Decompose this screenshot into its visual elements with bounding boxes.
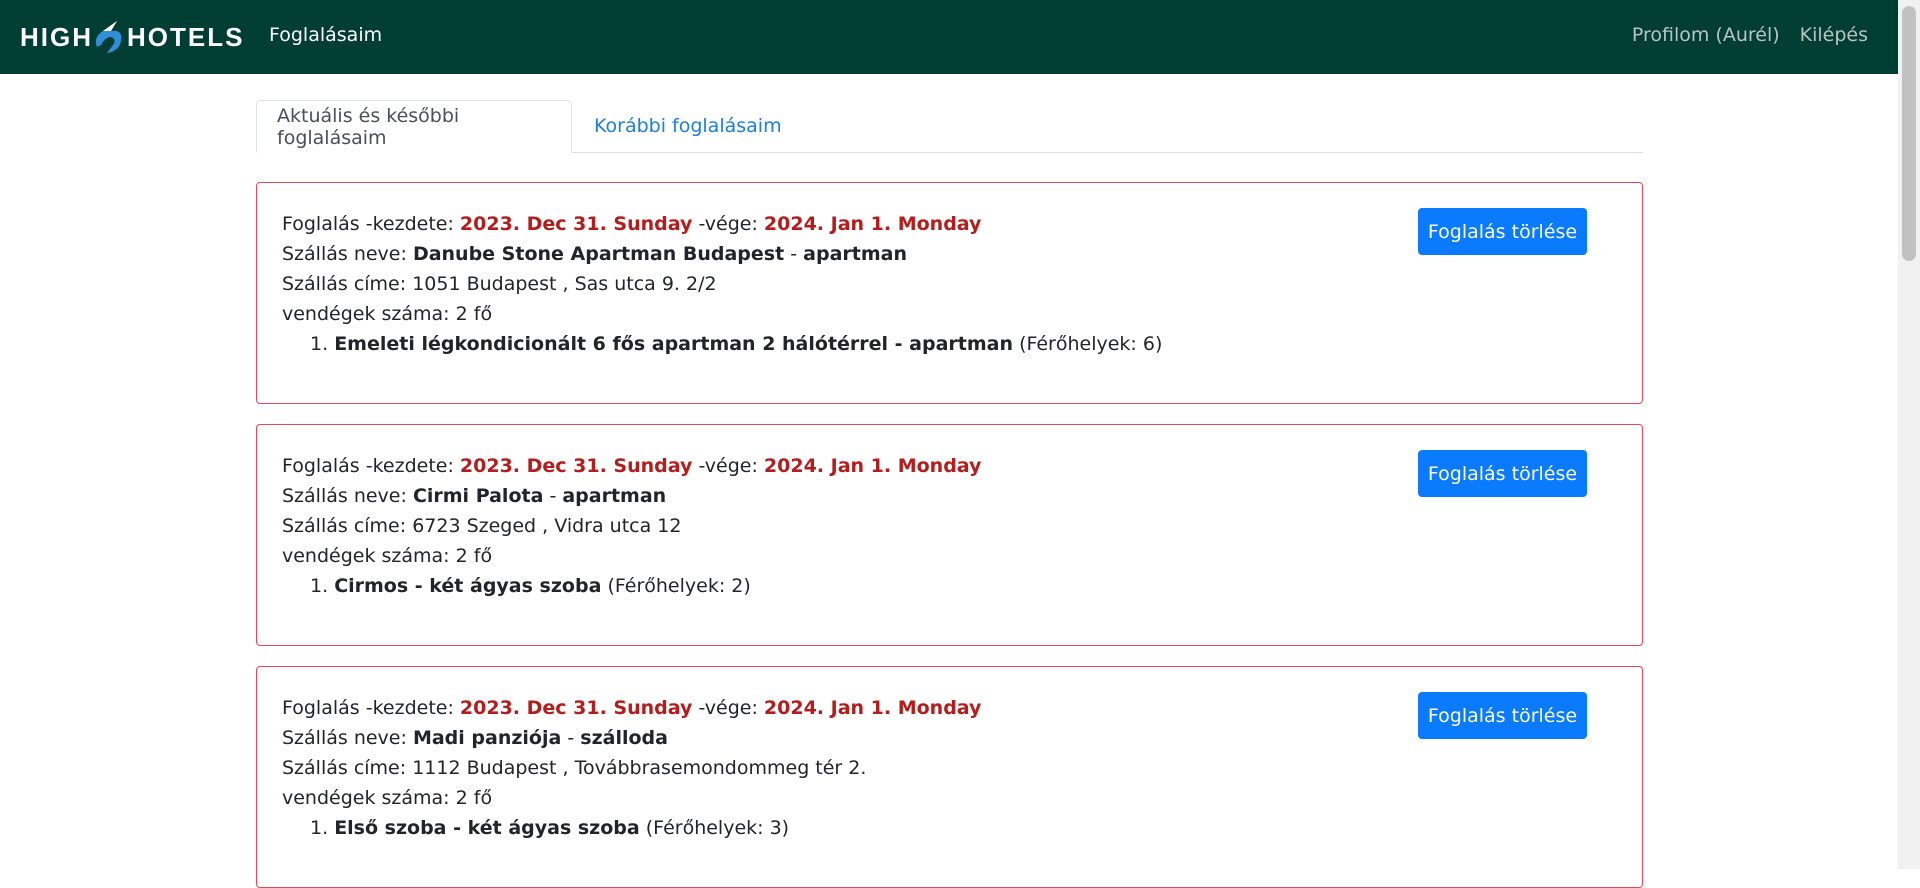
accommodation-name-line: Szállás neve: Cirmi Palota - apartman xyxy=(282,481,981,511)
booking-start-label: Foglalás -kezdete: xyxy=(282,697,454,719)
room-number: 1. xyxy=(310,333,329,355)
booking-details: Foglalás -kezdete: 2023. Dec 31. Sunday … xyxy=(282,209,1162,359)
guests-label: vendégek száma: xyxy=(282,545,450,567)
room-capacity: 6) xyxy=(1142,333,1163,355)
accommodation-name: Danube Stone Apartman Budapest xyxy=(412,243,785,265)
accommodation-type: apartman xyxy=(803,243,907,265)
booking-end-label: -vége: xyxy=(698,455,758,477)
guests-line: vendégek száma: 2 fő xyxy=(282,541,981,571)
booking-details: Foglalás -kezdete: 2023. Dec 31. Sunday … xyxy=(282,693,981,843)
guests-line: vendégek száma: 2 fő xyxy=(282,783,981,813)
booking-dates: Foglalás -kezdete: 2023. Dec 31. Sunday … xyxy=(282,451,981,481)
nav-right-links: Profilom (Aurél) Kilépés xyxy=(1632,24,1868,46)
accommodation-address: 1112 Budapest , Továbbrasemondommeg tér … xyxy=(412,757,867,779)
accommodation-name-line: Szállás neve: Danube Stone Apartman Buda… xyxy=(282,239,1162,269)
accommodation-address-line: Szállás címe: 6723 Szeged , Vidra utca 1… xyxy=(282,511,981,541)
separator: - xyxy=(567,727,575,749)
room-name: Első szoba - két ágyas szoba xyxy=(334,817,640,839)
top-navbar: HIGH HOTELS Foglalásaim Profilom (Aurél)… xyxy=(0,0,1920,74)
booking-start-date: 2023. Dec 31. Sunday xyxy=(459,697,693,719)
room-capacity: 2) xyxy=(731,575,751,597)
accommodation-address-label: Szállás címe: xyxy=(282,273,407,295)
guests-count: 2 fő xyxy=(455,787,493,809)
booking-card: Foglalás -kezdete: 2023. Dec 31. Sunday … xyxy=(256,182,1643,404)
accommodation-address: 1051 Budapest , Sas utca 9. 2/2 xyxy=(412,273,717,295)
delete-booking-button[interactable]: Foglalás törlése xyxy=(1418,208,1587,255)
room-name: Cirmos - két ágyas szoba xyxy=(334,575,602,597)
tab-label: Aktuális és későbbi foglalásaim xyxy=(277,104,460,149)
booking-end-date: 2024. Jan 1. Monday xyxy=(763,213,982,235)
guests-count: 2 fő xyxy=(455,303,493,325)
accommodation-type: apartman xyxy=(562,485,667,507)
accommodation-name: Madi panziója xyxy=(412,727,562,749)
brand-text-high: HIGH xyxy=(20,21,93,52)
accommodation-name: Cirmi Palota xyxy=(412,485,544,507)
nav-link-profile[interactable]: Profilom (Aurél) xyxy=(1632,24,1780,46)
room-list-item: 1. Cirmos - két ágyas szoba (Férőhelyek:… xyxy=(282,571,981,601)
nav-link-bookings[interactable]: Foglalásaim xyxy=(269,24,382,46)
booking-end-date: 2024. Jan 1. Monday xyxy=(763,697,982,719)
guests-label: vendégek száma: xyxy=(282,303,450,325)
booking-start-date: 2023. Dec 31. Sunday xyxy=(459,455,693,477)
booking-start-date: 2023. Dec 31. Sunday xyxy=(459,213,693,235)
room-list-item: 1. Első szoba - két ágyas szoba (Férőhel… xyxy=(282,813,981,843)
guests-count: 2 fő xyxy=(455,545,493,567)
room-name: Emeleti légkondicionált 6 fős apartman 2… xyxy=(334,333,1014,355)
booking-start-label: Foglalás -kezdete: xyxy=(282,213,454,235)
accommodation-address-line: Szállás címe: 1051 Budapest , Sas utca 9… xyxy=(282,269,1162,299)
booking-end-label: -vége: xyxy=(698,213,758,235)
delete-booking-button[interactable]: Foglalás törlése xyxy=(1418,450,1587,497)
booking-card: Foglalás -kezdete: 2023. Dec 31. Sunday … xyxy=(256,424,1643,646)
accommodation-address-label: Szállás címe: xyxy=(282,515,407,537)
room-capacity-label: (Férőhelyek: xyxy=(645,817,764,839)
booking-end-date: 2024. Jan 1. Monday xyxy=(763,455,982,477)
booking-card: Foglalás -kezdete: 2023. Dec 31. Sunday … xyxy=(256,666,1643,888)
tab-label: Korábbi foglalásaim xyxy=(594,115,782,137)
guests-label: vendégek száma: xyxy=(282,787,450,809)
accommodation-name-label: Szállás neve: xyxy=(282,485,407,507)
nav-link-logout[interactable]: Kilépés xyxy=(1800,24,1868,46)
accommodation-name-line: Szállás neve: Madi panziója - szálloda xyxy=(282,723,981,753)
booking-details: Foglalás -kezdete: 2023. Dec 31. Sunday … xyxy=(282,451,981,601)
separator: - xyxy=(790,243,798,265)
booking-dates: Foglalás -kezdete: 2023. Dec 31. Sunday … xyxy=(282,209,1162,239)
accommodation-name-label: Szállás neve: xyxy=(282,243,407,265)
guests-line: vendégek száma: 2 fő xyxy=(282,299,1162,329)
accommodation-name-label: Szállás neve: xyxy=(282,727,407,749)
tab-past-bookings[interactable]: Korábbi foglalásaim xyxy=(574,100,802,152)
delete-booking-button[interactable]: Foglalás törlése xyxy=(1418,692,1587,739)
room-number: 1. xyxy=(310,817,329,839)
booking-start-label: Foglalás -kezdete: xyxy=(282,455,454,477)
tab-current-bookings[interactable]: Aktuális és későbbi foglalásaim xyxy=(256,100,572,153)
scrollbar-thumb[interactable] xyxy=(1902,6,1916,261)
room-capacity-label: (Férőhelyek: xyxy=(607,575,726,597)
room-capacity: 3) xyxy=(769,817,790,839)
room-number: 1. xyxy=(310,575,329,597)
accommodation-address: 6723 Szeged , Vidra utca 12 xyxy=(412,515,682,537)
brand-text-hotels: HOTELS xyxy=(127,21,245,52)
brand-logo[interactable]: HIGH HOTELS xyxy=(20,17,244,57)
separator: - xyxy=(549,485,557,507)
booking-end-label: -vége: xyxy=(698,697,758,719)
accommodation-type: szálloda xyxy=(580,727,668,749)
room-capacity-label: (Férőhelyek: xyxy=(1019,333,1137,355)
accommodation-address-line: Szállás címe: 1112 Budapest , Továbbrase… xyxy=(282,753,981,783)
accommodation-address-label: Szállás címe: xyxy=(282,757,407,779)
booking-tabs: Aktuális és későbbi foglalásaim Korábbi … xyxy=(256,100,1643,153)
room-list-item: 1. Emeleti légkondicionált 6 fős apartma… xyxy=(282,329,1162,359)
page-scrollbar[interactable] xyxy=(1898,0,1920,869)
booking-dates: Foglalás -kezdete: 2023. Dec 31. Sunday … xyxy=(282,693,981,723)
